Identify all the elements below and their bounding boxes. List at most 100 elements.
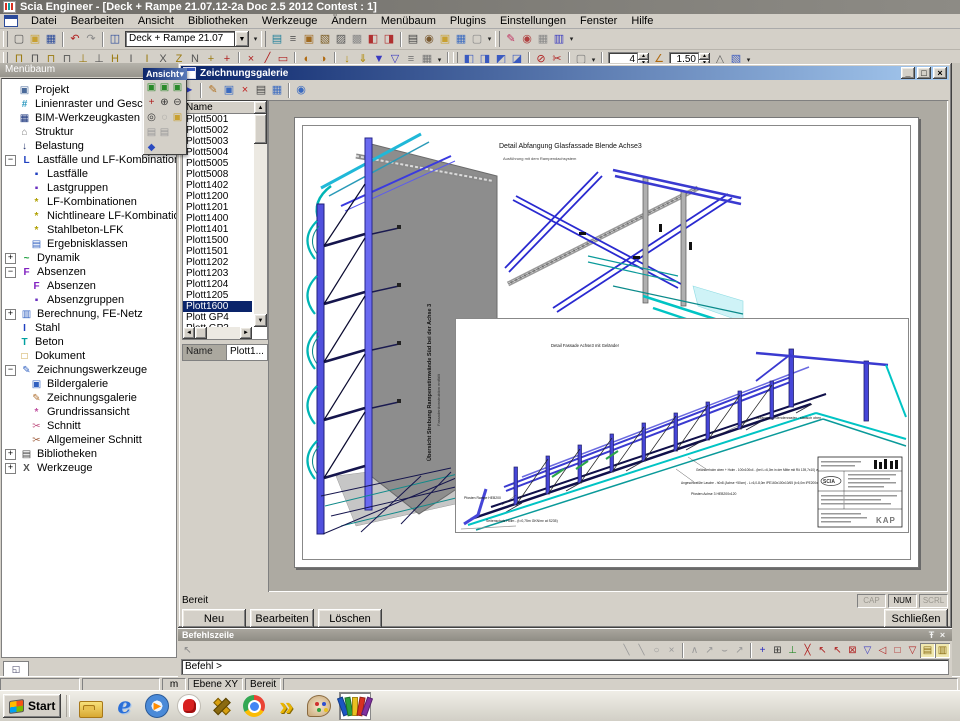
list-item[interactable]: Plott5001 xyxy=(183,114,252,125)
vertical-scrollbar[interactable] xyxy=(254,114,267,314)
ortho-icon[interactable]: ⊥ xyxy=(785,643,800,658)
arrows-app-icon[interactable] xyxy=(273,693,299,719)
expand-icon[interactable]: + xyxy=(5,463,16,474)
sidebar-item-absenzgruppen[interactable]: ▪Absenzgruppen xyxy=(2,293,176,307)
paint-app-icon[interactable] xyxy=(307,695,331,717)
sidebar-item-absenzen[interactable]: FAbsenzen xyxy=(2,279,176,293)
horizontal-scrollbar[interactable]: ◄ ► xyxy=(183,327,252,339)
list-item[interactable]: Plott5003 xyxy=(183,136,252,147)
collapse-icon[interactable]: − xyxy=(5,365,16,376)
new-button[interactable]: Neu xyxy=(182,609,246,628)
open-gallery-icon[interactable]: ▣ xyxy=(171,111,184,124)
snap-tangent-icon[interactable]: ↗ xyxy=(732,643,747,658)
list-item[interactable]: Plott1205 xyxy=(183,290,252,301)
chrome-icon[interactable] xyxy=(243,695,265,717)
snap-arc-icon[interactable]: ⌣ xyxy=(717,643,732,658)
close-button[interactable]: × xyxy=(933,67,947,79)
minimize-button[interactable]: _ xyxy=(901,67,915,79)
track-point-icon[interactable]: ↖ xyxy=(815,643,830,658)
list-item[interactable]: Plott1400 xyxy=(183,213,252,224)
list-item[interactable]: Plott1203 xyxy=(183,268,252,279)
scroll-right-button[interactable]: ► xyxy=(240,327,252,339)
more-tools-icon[interactable]: ▾ xyxy=(251,35,260,43)
list-header-name[interactable]: Name xyxy=(183,101,255,114)
collapse-icon[interactable]: − xyxy=(5,267,16,278)
snap-edge-icon[interactable]: ↗ xyxy=(702,643,717,658)
chevron-down-icon[interactable]: ▾ xyxy=(179,68,184,80)
list-item[interactable]: Plott1501 xyxy=(183,246,252,257)
menu-ändern[interactable]: Ändern xyxy=(324,15,373,27)
save-icon[interactable]: ▦ xyxy=(43,32,59,47)
list-item[interactable]: Plott1402 xyxy=(183,180,252,191)
start-button[interactable]: Start xyxy=(3,694,61,718)
xref-icon[interactable]: ▧ xyxy=(317,32,333,47)
scroll-down-button[interactable]: ▼ xyxy=(254,314,267,327)
delete-drawing-icon[interactable]: × xyxy=(237,83,253,98)
close-panel-icon[interactable]: × xyxy=(937,629,948,641)
track-line-icon[interactable]: ↖ xyxy=(830,643,845,658)
menu-ansicht[interactable]: Ansicht xyxy=(131,15,181,27)
view-axo1-icon[interactable]: ▣ xyxy=(145,81,158,94)
mdi-document-icon[interactable] xyxy=(4,15,18,27)
print-setup-icon[interactable]: ▤ xyxy=(158,126,171,139)
sidebar-item-nichtlineare-lf-kombinationen[interactable]: *Nichtlineare LF-Kombinationen xyxy=(2,209,176,223)
sidebar-item-absenzen[interactable]: −FAbsenzen xyxy=(2,265,176,279)
track-box-icon[interactable]: ⊠ xyxy=(845,643,860,658)
list-item[interactable]: Plott1201 xyxy=(183,202,252,213)
catalog-icon[interactable]: ▣ xyxy=(301,32,317,47)
zoom-out-icon[interactable]: ⊖ xyxy=(171,96,184,109)
snap-off-icon[interactable]: × xyxy=(664,643,679,658)
tools-app-icon[interactable] xyxy=(209,693,235,719)
view-window-icon[interactable]: ◧ xyxy=(365,32,381,47)
expand-icon[interactable]: + xyxy=(5,253,16,264)
collapse-icon[interactable]: − xyxy=(5,155,16,166)
more-tools-icon[interactable]: ▾ xyxy=(567,35,576,43)
sidebar-item-lastfälle[interactable]: ▪Lastfälle xyxy=(2,167,176,181)
export-drawing-icon[interactable]: ▦ xyxy=(269,83,285,98)
list-item[interactable]: Plott1200 xyxy=(183,191,252,202)
list-item[interactable]: Plott1500 xyxy=(183,235,252,246)
explorer-icon[interactable] xyxy=(79,701,103,718)
palette-titlebar[interactable]: Ansicht ▾ xyxy=(143,68,187,80)
menu-menübaum[interactable]: Menübaum xyxy=(374,15,443,27)
preview-drawing-icon[interactable]: ◉ xyxy=(293,83,309,98)
view-window2-icon[interactable]: ◨ xyxy=(381,32,397,47)
command-input[interactable]: Befehl > xyxy=(181,659,949,675)
grid-icon[interactable]: ⊞ xyxy=(770,643,785,658)
scale-spinner-up[interactable]: ▲ xyxy=(699,53,710,60)
list-item[interactable]: Plott5004 xyxy=(183,147,252,158)
hand-app-icon[interactable] xyxy=(177,694,201,718)
undo-icon[interactable]: ↶ xyxy=(67,32,83,47)
gallery-titlebar[interactable]: Zeichnungsgalerie _ □ × xyxy=(181,66,949,80)
list-item[interactable]: Plott1401 xyxy=(183,224,252,235)
draw-color-icon[interactable]: ✎ xyxy=(503,32,519,47)
cross-icon[interactable]: ╳ xyxy=(800,643,815,658)
sidebar-item-ergebnisklassen[interactable]: ▤Ergebnisklassen xyxy=(2,237,176,251)
horizontal-scroll-thumb[interactable] xyxy=(195,327,207,339)
new-icon[interactable]: ▢ xyxy=(11,32,27,47)
menu-datei[interactable]: Datei xyxy=(24,15,64,27)
preview-icon[interactable]: ◉ xyxy=(421,32,437,47)
track-rect-icon[interactable]: □ xyxy=(890,643,905,658)
toolbar-grip[interactable] xyxy=(495,31,500,47)
table-icon[interactable]: ▦ xyxy=(535,32,551,47)
snap-midpoint-icon[interactable]: ╲ xyxy=(634,643,649,658)
cursor-snap-icon[interactable]: + xyxy=(755,643,770,658)
list-item[interactable]: Plott5005 xyxy=(183,158,252,169)
close-project-icon[interactable]: ◫ xyxy=(107,32,123,47)
print-view-icon[interactable]: ▤ xyxy=(145,126,158,139)
sidebar-item-lastfälle-und-lf-kombinationen[interactable]: −LLastfälle und LF-Kombinationen xyxy=(2,153,176,167)
sidebar-item-dynamik[interactable]: +~Dynamik xyxy=(2,251,176,265)
sidebar-item-grundrissansicht[interactable]: *Grundrissansicht xyxy=(2,405,176,419)
edit-button[interactable]: Bearbeiten xyxy=(250,609,314,628)
bim-tools-icon[interactable]: ▨ xyxy=(333,32,349,47)
mesh-icon[interactable]: ▩ xyxy=(349,32,365,47)
zoom-doc-icon[interactable]: ◉ xyxy=(519,32,535,47)
sidebar-item-schnitt[interactable]: ✂Schnitt xyxy=(2,419,176,433)
list-item[interactable]: Plott1204 xyxy=(183,279,252,290)
section-box-icon[interactable]: ▥ xyxy=(551,32,567,47)
media-player-icon[interactable] xyxy=(145,694,169,718)
list-item[interactable]: Plott GP4 xyxy=(183,312,252,323)
sidebar-item-bildergalerie[interactable]: ▣Bildergalerie xyxy=(2,377,176,391)
cube-view-icon[interactable]: ◆ xyxy=(145,141,158,154)
